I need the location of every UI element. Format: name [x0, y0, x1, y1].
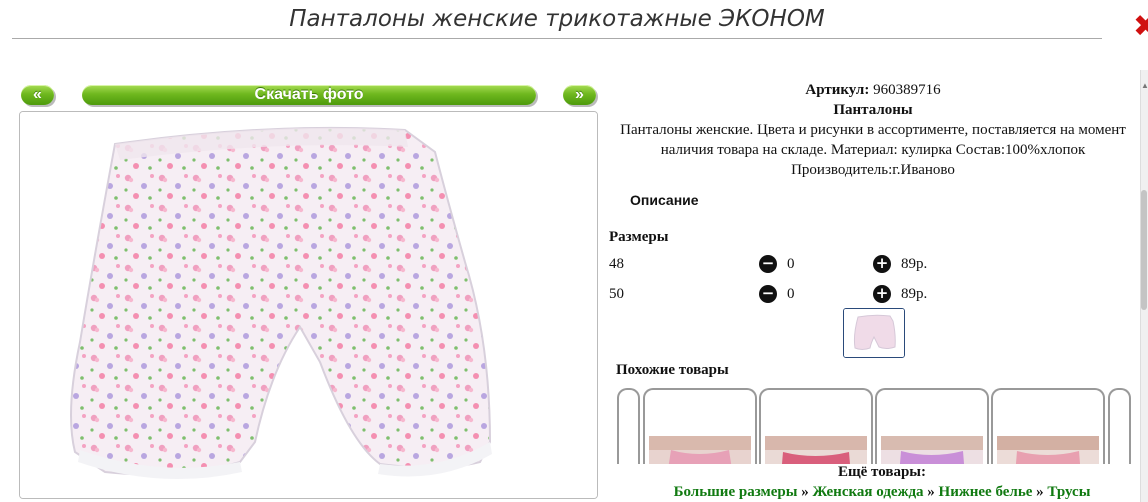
close-icon[interactable]: ✖: [1133, 12, 1148, 42]
product-photo-image: [20, 112, 597, 498]
article-label: Артикул:: [805, 82, 870, 98]
similar-product-card[interactable]: [643, 388, 757, 466]
article-value: 960389716: [873, 82, 941, 98]
size-row: 50 − 0 + 89р.: [609, 284, 969, 306]
link-panties[interactable]: Трусы: [1047, 484, 1090, 500]
link-separator: »: [801, 484, 809, 500]
link-big-sizes[interactable]: Большие размеры: [674, 484, 798, 500]
title-divider: [12, 38, 1102, 39]
quantity-value: 0: [787, 286, 795, 302]
similar-product-card[interactable]: [991, 388, 1105, 466]
price-value: 89р.: [901, 286, 928, 302]
product-info: Артикул: 960389716 Панталоны Панталоны ж…: [612, 80, 1134, 180]
photo-thumbnail[interactable]: [843, 308, 905, 358]
size-value: 48: [609, 256, 624, 272]
tab-description[interactable]: Описание: [630, 192, 699, 208]
product-name: Панталоны: [833, 102, 913, 118]
link-separator: »: [927, 484, 935, 500]
product-description: Панталоны женские. Цвета и рисунки в асс…: [620, 122, 1126, 178]
prev-photo-button[interactable]: «: [21, 85, 54, 105]
quantity-value: 0: [787, 256, 795, 272]
sizes-heading: Размеры: [609, 229, 669, 245]
similar-products-carousel: [617, 386, 1131, 466]
plus-circle-icon[interactable]: +: [873, 285, 891, 303]
more-products-links: Большие размеры » Женская одежда » Нижне…: [612, 484, 1148, 501]
link-separator: »: [1036, 484, 1044, 500]
similar-heading: Похожие товары: [616, 362, 729, 378]
product-image: [997, 436, 1099, 466]
more-products-heading: Ещё товары:: [612, 464, 1148, 481]
size-row: 48 − 0 + 89р.: [609, 254, 969, 276]
article-line: Артикул: 960389716: [612, 80, 1134, 100]
next-photo-button[interactable]: »: [563, 85, 596, 105]
similar-product-card[interactable]: [875, 388, 989, 466]
minus-circle-icon[interactable]: −: [759, 285, 777, 303]
minus-circle-icon[interactable]: −: [759, 255, 777, 273]
size-value: 50: [609, 286, 624, 302]
scrollbar-thumb[interactable]: [1141, 190, 1147, 310]
link-underwear[interactable]: Нижнее белье: [939, 484, 1033, 500]
product-image: [649, 436, 751, 466]
scroll-up-icon[interactable]: ▲: [1141, 82, 1148, 90]
plus-circle-icon[interactable]: +: [873, 255, 891, 273]
product-image: [765, 436, 867, 466]
price-value: 89р.: [901, 256, 928, 272]
thumbnail-image: [844, 309, 904, 357]
download-photo-button[interactable]: Скачать фото: [82, 85, 536, 105]
product-photo: [19, 111, 598, 499]
link-womens-clothing[interactable]: Женская одежда: [812, 484, 923, 500]
product-image: [881, 436, 983, 466]
page-title: Панталоны женские трикотажные ЭКОНОМ: [289, 6, 825, 32]
similar-product-card[interactable]: [759, 388, 873, 466]
